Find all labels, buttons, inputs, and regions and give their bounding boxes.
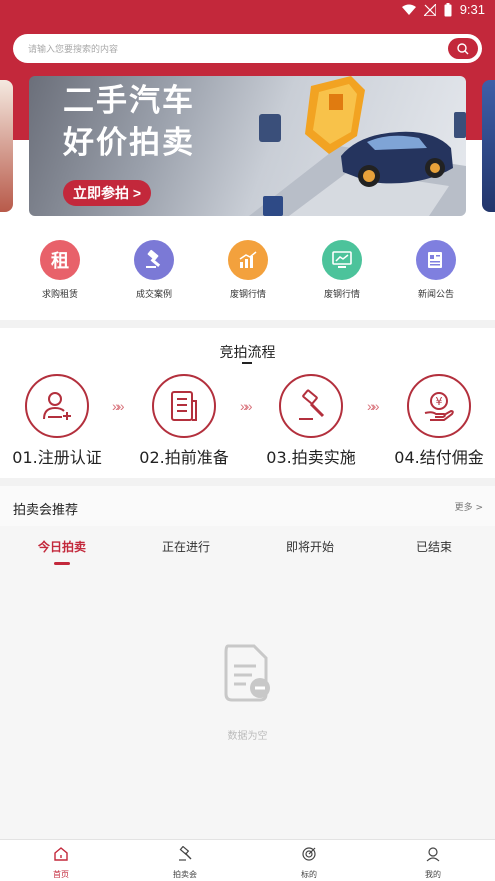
process-arrow: »» bbox=[112, 398, 124, 414]
home-icon bbox=[54, 847, 68, 861]
active-tab-indicator bbox=[54, 562, 70, 565]
process-arrow: »» bbox=[240, 398, 252, 414]
user-add-icon bbox=[25, 374, 89, 438]
search-bar[interactable]: 请输入您要搜索的内容 bbox=[13, 34, 482, 63]
car-auction-illustration bbox=[249, 76, 466, 216]
quick-nav-item-news[interactable]: 新闻公告 bbox=[396, 240, 476, 300]
process-step-register: 01.注册认证 bbox=[2, 374, 112, 468]
tab-today[interactable]: 今日拍卖 bbox=[17, 538, 107, 555]
quick-nav-item-steel-price[interactable]: 废钢行情 bbox=[208, 240, 288, 300]
gavel-icon bbox=[179, 845, 192, 861]
battery-icon bbox=[444, 2, 452, 16]
search-button[interactable] bbox=[448, 38, 478, 59]
banner[interactable]: 二手汽车 好价拍卖 立即参拍 > bbox=[29, 76, 466, 216]
recommend-header: 拍卖会推荐 更多 > bbox=[0, 486, 495, 526]
empty-state-text: 数据为空 bbox=[227, 731, 268, 742]
status-bar: 9:31 bbox=[0, 0, 495, 24]
search-icon bbox=[457, 42, 469, 54]
empty-document-icon bbox=[224, 644, 270, 702]
tab-ended[interactable]: 已结束 bbox=[389, 538, 479, 555]
auction-recommend: 拍卖会推荐 更多 > 今日拍卖 正在进行 即将开始 已结束 数据为空 bbox=[0, 486, 495, 839]
rent-icon: 租 bbox=[40, 240, 80, 280]
auction-process: 竞拍流程 01.注册认证 »» 02.拍前准备 »» 03.拍卖实施 »» ¥ … bbox=[0, 328, 495, 478]
banner-prev-slide[interactable] bbox=[0, 80, 13, 212]
search-input[interactable]: 请输入您要搜索的内容 bbox=[28, 42, 118, 55]
process-arrow: »» bbox=[367, 398, 379, 414]
process-title-underline bbox=[242, 362, 252, 364]
gavel-icon bbox=[279, 374, 343, 438]
chart-up-icon bbox=[228, 240, 268, 280]
process-step-auction: 03.拍卖实施 bbox=[256, 374, 366, 468]
nav-home[interactable]: 首页 bbox=[31, 846, 91, 880]
quick-nav-item-rent[interactable]: 租 求购租赁 bbox=[20, 240, 100, 300]
yen-hand-icon: ¥ bbox=[407, 374, 471, 438]
nav-mine[interactable]: 我的 bbox=[403, 846, 463, 880]
svg-text:¥: ¥ bbox=[436, 395, 443, 408]
tab-ongoing[interactable]: 正在进行 bbox=[141, 538, 231, 555]
no-signal-icon bbox=[423, 3, 436, 16]
quick-nav-item-steel-market[interactable]: 废钢行情 bbox=[302, 240, 382, 300]
process-step-commission: ¥ 04.结付佣金 bbox=[384, 374, 494, 468]
status-time: 9:31 bbox=[459, 2, 485, 17]
target-icon bbox=[302, 847, 316, 861]
document-icon bbox=[152, 374, 216, 438]
process-step-prepare: 02.拍前准备 bbox=[129, 374, 239, 468]
join-auction-button[interactable]: 立即参拍 > bbox=[63, 180, 151, 206]
quick-nav: 租 求购租赁 成交案例 废钢行情 废钢行情 新闻公告 bbox=[0, 236, 495, 320]
quick-nav-item-cases[interactable]: 成交案例 bbox=[114, 240, 194, 300]
banner-title: 二手汽车 好价拍卖 bbox=[63, 83, 195, 161]
nav-auction[interactable]: 拍卖会 bbox=[155, 845, 215, 880]
bottom-nav: 首页 拍卖会 标的 我的 bbox=[0, 839, 495, 881]
wifi-icon bbox=[401, 4, 416, 15]
news-icon bbox=[416, 240, 456, 280]
gavel-icon bbox=[134, 240, 174, 280]
process-title: 竞拍流程 bbox=[219, 345, 276, 361]
user-icon bbox=[426, 847, 440, 862]
recommend-tabs: 今日拍卖 正在进行 即将开始 已结束 bbox=[0, 530, 495, 566]
banner-next-slide[interactable] bbox=[482, 80, 495, 212]
tab-upcoming[interactable]: 即将开始 bbox=[265, 538, 355, 555]
monitor-chart-icon bbox=[322, 240, 362, 280]
recommend-title: 拍卖会推荐 bbox=[13, 503, 79, 518]
more-link[interactable]: 更多 > bbox=[455, 500, 483, 513]
nav-lots[interactable]: 标的 bbox=[279, 846, 339, 880]
